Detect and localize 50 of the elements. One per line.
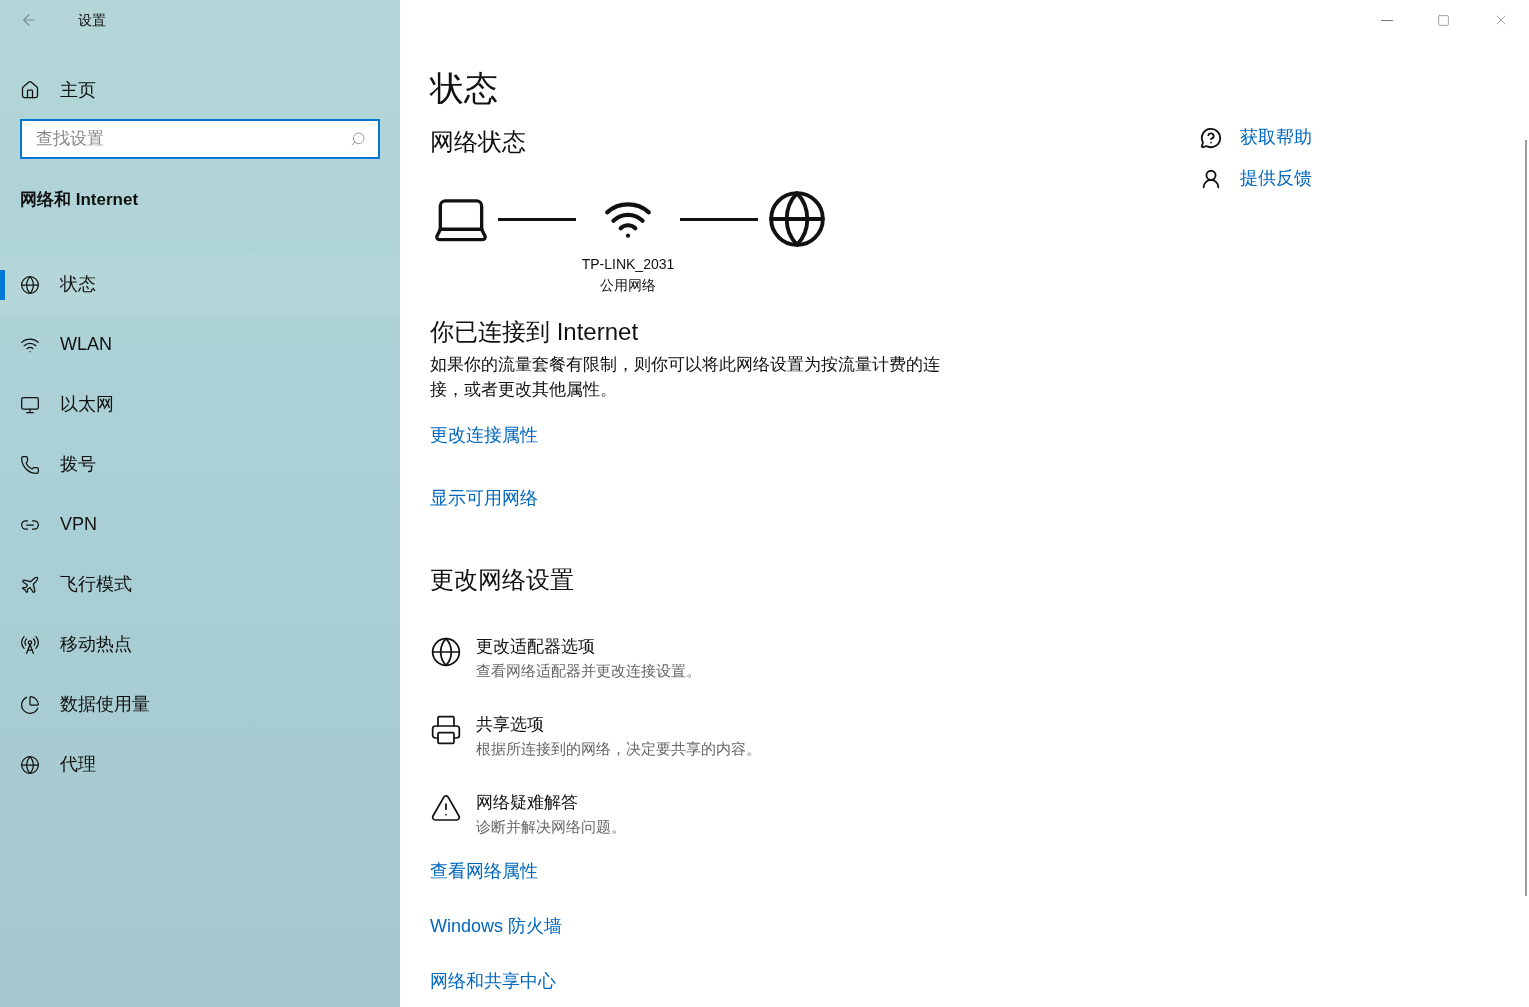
nav-item[interactable]: 状态 xyxy=(0,254,400,315)
pie-chart-icon xyxy=(20,694,40,715)
globe-icon xyxy=(20,754,40,775)
minimize-icon xyxy=(1380,19,1393,21)
network-name: TP-LINK_2031 xyxy=(581,255,675,274)
nav-item[interactable]: WLAN xyxy=(0,314,400,375)
airplane-icon xyxy=(20,574,40,595)
nav-item[interactable]: 代理 xyxy=(0,734,400,795)
home-nav-item[interactable]: 主页 xyxy=(0,70,400,110)
home-icon xyxy=(20,80,40,100)
section-heading: 更改网络设置 xyxy=(430,565,575,595)
window-title: 设置 xyxy=(78,10,106,30)
status-heading: 你已连接到 Internet xyxy=(430,317,640,347)
selection-indicator xyxy=(0,269,5,300)
monitor-icon xyxy=(20,394,40,415)
network-type: 公用网络 xyxy=(600,276,656,295)
nav-item[interactable]: VPN xyxy=(0,494,400,555)
maximize-icon xyxy=(1437,13,1450,27)
link[interactable]: Windows 防火墙 xyxy=(430,913,563,940)
search-field[interactable]: 查找设置 xyxy=(20,119,380,159)
link[interactable]: 网络和共享中心 xyxy=(430,968,556,995)
option-subtitle: 查看网络适配器并更改连接设置。 xyxy=(476,660,701,681)
nav-item[interactable]: 飞行模式 xyxy=(0,554,400,615)
help-bubble-icon xyxy=(1200,126,1222,149)
nav-item[interactable]: 拨号 xyxy=(0,434,400,495)
nav-item[interactable]: 以太网 xyxy=(0,374,400,435)
section-heading: 网络状态 xyxy=(430,127,527,157)
link[interactable]: 提供反馈 xyxy=(1240,165,1312,192)
option-title[interactable]: 网络疑难解答 xyxy=(476,790,626,816)
printer-icon xyxy=(430,714,462,746)
back-icon[interactable] xyxy=(20,11,38,29)
nav-item[interactable]: 移动热点 xyxy=(0,614,400,675)
phone-icon xyxy=(20,454,40,475)
link[interactable]: 获取帮助 xyxy=(1240,124,1312,151)
person-icon xyxy=(1200,167,1222,190)
option-title[interactable]: 共享选项 xyxy=(476,712,761,738)
option-title[interactable]: 更改适配器选项 xyxy=(476,634,701,660)
globe-icon xyxy=(766,188,828,250)
warning-icon xyxy=(430,792,462,824)
section-heading: 网络和 Internet xyxy=(19,189,140,211)
page-title: 状态 xyxy=(430,68,499,109)
search-icon xyxy=(350,131,366,147)
nav-item[interactable]: 数据使用量 xyxy=(0,674,400,735)
link[interactable]: 查看网络属性 xyxy=(430,858,538,885)
option-subtitle: 根据所连接到的网络，决定要共享的内容。 xyxy=(476,738,761,759)
option-subtitle: 诊断并解决网络问题。 xyxy=(476,816,626,837)
link[interactable]: 更改连接属性 xyxy=(430,422,538,449)
link[interactable]: 显示可用网络 xyxy=(430,485,538,512)
antenna-icon xyxy=(20,634,40,655)
status-description: 如果你的流量套餐有限制，则你可以将此网络设置为按流量计费的连接，或者更改其他属性。 xyxy=(430,354,940,401)
